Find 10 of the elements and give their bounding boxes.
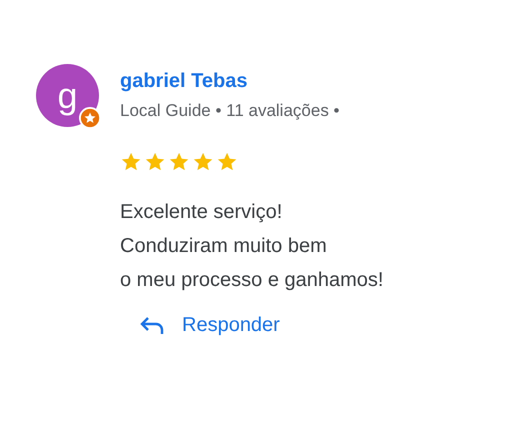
star-icon bbox=[216, 151, 238, 173]
star-icon bbox=[192, 151, 214, 173]
star-icon bbox=[168, 151, 190, 173]
reply-button[interactable]: Responder bbox=[134, 309, 284, 341]
author-meta: Local Guide • 11 avaliações • bbox=[120, 101, 340, 121]
avatar-letter: g bbox=[57, 74, 78, 116]
author-name[interactable]: gabriel Tebas bbox=[120, 70, 384, 93]
star-icon bbox=[144, 151, 166, 173]
star-icon bbox=[120, 151, 142, 173]
review-text: Excelente serviço! Conduziram muito bem o meu processo e ganhamos! bbox=[120, 200, 384, 293]
